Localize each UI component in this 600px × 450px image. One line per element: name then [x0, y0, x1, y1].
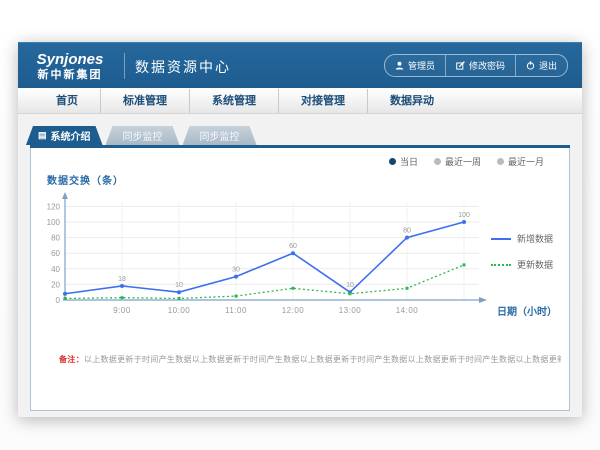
footnote-text: 以上数据更新于时间产生数据以上数据更新于时间产生数据以上数据更新于时间产生数据以…	[84, 355, 561, 364]
edit-icon	[456, 61, 465, 70]
svg-text:120: 120	[47, 202, 61, 211]
legend-label: 新增数据	[517, 232, 553, 245]
tab-1[interactable]: 同步监控	[106, 126, 180, 145]
svg-text:80: 80	[51, 234, 60, 243]
svg-text:10: 10	[346, 282, 354, 289]
logout-button[interactable]: 退出	[515, 55, 567, 76]
logo-text-secondary: 新中新集团	[18, 69, 122, 81]
header-actions: 管理员 修改密码 退出	[384, 54, 568, 77]
tab-label: 系统介绍	[51, 128, 91, 143]
tab-0[interactable]: ▤ 系统介绍	[26, 126, 103, 145]
content-area: ▤ 系统介绍 同步监控 同步监控 当日 最近一周 最近一月 数据交换（条） 0 20 40 60…	[18, 114, 582, 411]
power-icon	[526, 61, 535, 70]
svg-text:0: 0	[56, 296, 61, 305]
change-password-button[interactable]: 修改密码	[445, 55, 515, 76]
time-filter-option-1[interactable]: 最近一周	[434, 155, 481, 168]
user-icon	[395, 61, 404, 70]
svg-text:12:00: 12:00	[282, 306, 305, 315]
time-filter-option-0[interactable]: 当日	[389, 155, 418, 168]
page-background: Synjones 新中新集团 数据资源中心 管理员 修改密码 退出 首页标准管理系统…	[0, 0, 600, 450]
svg-text:30: 30	[232, 267, 240, 274]
app-window: Synjones 新中新集团 数据资源中心 管理员 修改密码 退出 首页标准管理系统…	[18, 42, 582, 417]
dotted-line-icon	[491, 264, 511, 266]
time-filter-group: 当日 最近一周 最近一月	[389, 155, 544, 168]
svg-text:60: 60	[289, 243, 297, 250]
document-grid-icon: ▤	[38, 131, 47, 140]
header-button-label: 管理员	[408, 59, 435, 72]
footnote-prefix: 备注：	[59, 355, 84, 364]
svg-text:13:00: 13:00	[339, 306, 362, 315]
header-button-label: 退出	[539, 59, 557, 72]
svg-text:18: 18	[118, 276, 126, 283]
chart-legend: 新增数据更新数据	[491, 232, 553, 271]
svg-text:11:00: 11:00	[225, 306, 247, 315]
nav-item-0[interactable]: 首页	[34, 89, 100, 113]
svg-text:60: 60	[51, 249, 60, 258]
main-nav: 首页标准管理系统管理对接管理数据异动	[18, 88, 582, 114]
radio-label: 最近一月	[508, 155, 544, 168]
tab-bar: ▤ 系统介绍 同步监控 同步监控	[26, 126, 582, 145]
svg-text:40: 40	[51, 265, 60, 274]
user-menu-button[interactable]: 管理员	[385, 55, 445, 76]
header-divider	[124, 53, 125, 79]
app-header: Synjones 新中新集团 数据资源中心 管理员 修改密码 退出	[18, 42, 582, 88]
tab-2[interactable]: 同步监控	[183, 126, 257, 145]
tab-label: 同步监控	[200, 128, 240, 143]
time-filter-option-2[interactable]: 最近一月	[497, 155, 544, 168]
legend-item-0[interactable]: 新增数据	[491, 232, 553, 245]
radio-dot-icon	[389, 158, 396, 165]
svg-text:80: 80	[403, 228, 411, 235]
y-axis-title: 数据交换（条）	[47, 172, 124, 187]
svg-text:9:00: 9:00	[113, 306, 131, 315]
radio-label: 当日	[400, 155, 418, 168]
svg-text:100: 100	[47, 218, 61, 227]
svg-text:100: 100	[458, 212, 470, 219]
line-chart: 0 20 40 60 80 100 120 9:00 10:00 11:00 12:00 13:00 1…	[31, 188, 501, 345]
chart-canvas: 0 20 40 60 80 100 120 9:00 10:00 11:00 12:00 13:00 1…	[31, 188, 501, 340]
logo-text-primary: Synjones	[18, 52, 122, 69]
logo: Synjones 新中新集团	[18, 50, 122, 81]
svg-text:20: 20	[51, 280, 60, 289]
solid-line-icon	[491, 238, 511, 240]
radio-dot-icon	[497, 158, 504, 165]
legend-label: 更新数据	[517, 258, 553, 271]
header-button-label: 修改密码	[469, 59, 505, 72]
nav-item-2[interactable]: 系统管理	[189, 89, 278, 113]
tab-label: 同步监控	[123, 128, 163, 143]
nav-item-4[interactable]: 数据异动	[367, 89, 456, 113]
radio-label: 最近一周	[445, 155, 481, 168]
chart-panel: 当日 最近一周 最近一月 数据交换（条） 0 20 40 60 80 100 120 9:00 10…	[30, 148, 570, 411]
svg-text:10: 10	[175, 282, 183, 289]
radio-dot-icon	[434, 158, 441, 165]
svg-text:14:00: 14:00	[396, 306, 419, 315]
app-title: 数据资源中心	[135, 55, 231, 77]
nav-item-1[interactable]: 标准管理	[100, 89, 189, 113]
x-axis-title: 日期（小时）	[497, 303, 557, 318]
footnote: 备注：以上数据更新于时间产生数据以上数据更新于时间产生数据以上数据更新于时间产生…	[59, 354, 561, 365]
legend-item-1[interactable]: 更新数据	[491, 258, 553, 271]
nav-item-3[interactable]: 对接管理	[278, 89, 367, 113]
svg-text:10:00: 10:00	[168, 306, 191, 315]
